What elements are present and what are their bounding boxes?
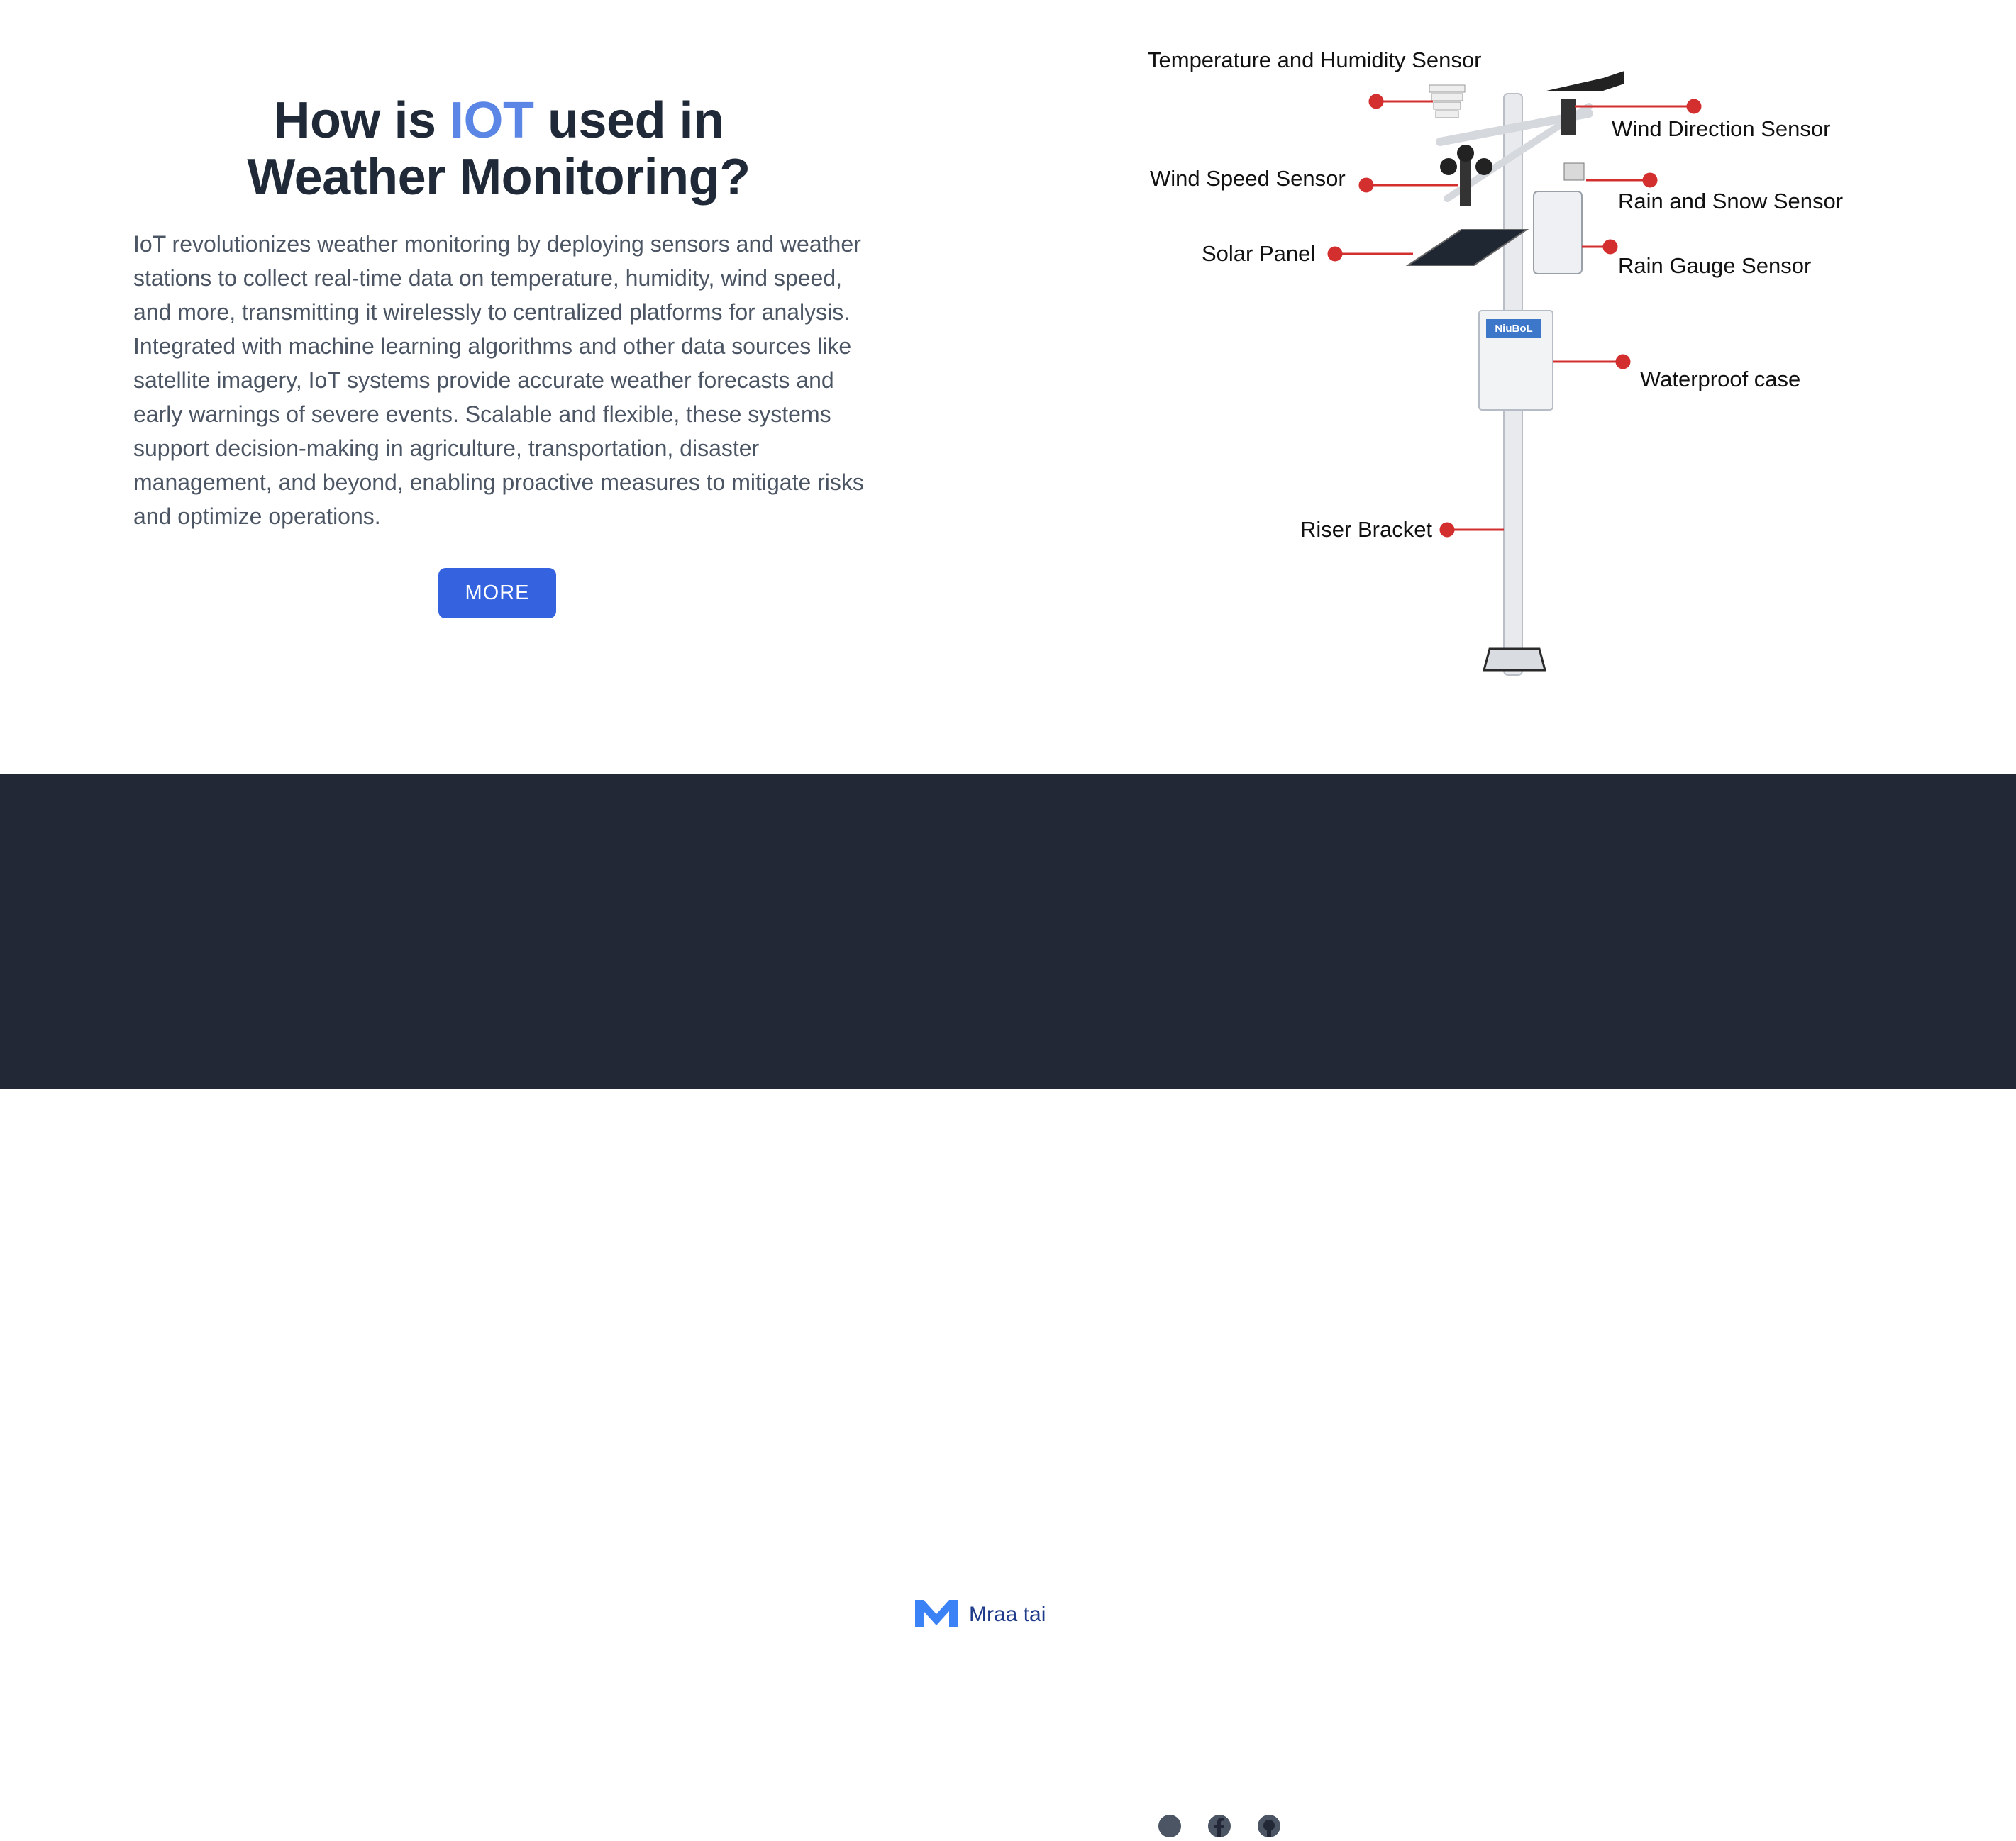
base-plate (1483, 647, 1546, 672)
twitter-icon[interactable] (1158, 1814, 1182, 1838)
footer-nav-home[interactable]: Home (758, 1667, 815, 1691)
title-line-2: Weather Monitoring? (247, 149, 751, 206)
github-icon[interactable] (1257, 1814, 1281, 1838)
logo-text: Mraa tai (969, 1603, 1046, 1626)
footer-nav-teams[interactable]: Teams (960, 1667, 1022, 1691)
label-riser-bracket: Riser Bracket (1300, 517, 1432, 542)
rain-gauge-device (1533, 191, 1583, 274)
case-brand-label: NiuBoL (1495, 323, 1532, 335)
label-temperature-humidity-sensor: Temperature and Humidity Sensor (1148, 48, 1481, 72)
title-prefix: How is (273, 92, 450, 149)
hero-description: IoT revolutionizes weather monitoring by… (133, 231, 864, 529)
label-rain-snow-sensor: Rain and Snow Sensor (1618, 189, 1843, 213)
facebook-icon[interactable] (1207, 1814, 1231, 1838)
hero-copy: How is IOT used in Weather Monitoring? I… (133, 92, 864, 533)
brand-logo[interactable]: Mraa tai (915, 1597, 1085, 1628)
footer-nav-about[interactable]: About (860, 1667, 915, 1691)
title-suffix: used in (533, 92, 724, 149)
footer: Mraa tai Home About Teams Privacy Cookie… (0, 774, 2016, 1837)
footer-bottom: © Copyright 2021. All Rights Reserved. (763, 1811, 1281, 1841)
weather-station-diagram: NiuBoL Temperature and Humidity Sensor W… (1148, 48, 1843, 676)
title-accent: IOT (450, 92, 534, 149)
label-waterproof-case: Waterproof case (1640, 367, 1800, 391)
logo-icon: Mraa tai (915, 1600, 1046, 1627)
page-title: How is IOT used in Weather Monitoring? (133, 92, 864, 206)
more-button[interactable]: MORE (438, 568, 556, 618)
hero-section: How is IOT used in Weather Monitoring? I… (0, 0, 2016, 774)
label-wind-direction-sensor: Wind Direction Sensor (1612, 116, 1830, 141)
footer-nav-privacy[interactable]: Privacy (1066, 1667, 1136, 1691)
temperature-humidity-sensor-device (1429, 84, 1466, 118)
label-wind-speed-sensor: Wind Speed Sensor (1150, 166, 1346, 191)
rain-snow-sensor-device (1563, 162, 1585, 181)
footer-nav-cookies[interactable]: Cookies (1180, 1667, 1257, 1691)
label-rain-gauge-sensor: Rain Gauge Sensor (1618, 253, 1811, 278)
label-solar-panel: Solar Panel (1202, 241, 1315, 266)
footer-nav: Home About Teams Privacy Cookies (0, 1667, 2016, 1691)
copyright-text: © Copyright 2021. All Rights Reserved. (763, 1814, 1132, 1837)
